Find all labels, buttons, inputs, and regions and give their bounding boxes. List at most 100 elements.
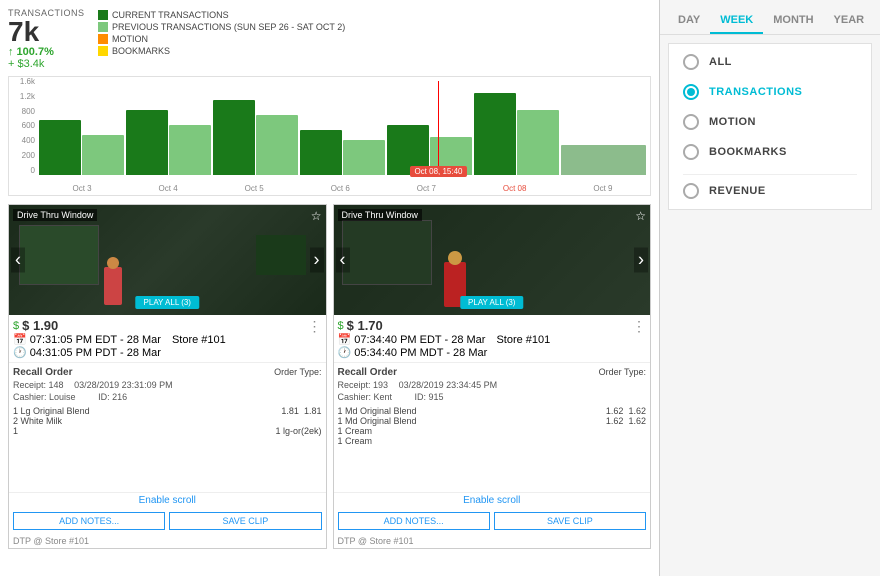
prev-arrow-2[interactable]: ‹ [336,248,350,273]
legend-motion-label: MOTION [112,34,148,44]
receipt-cashier-2: Cashier: Kent ID: 915 [338,392,647,402]
previous-color-swatch [98,22,108,32]
tab-week[interactable]: WEEK [710,8,763,34]
filter-bookmarks[interactable]: BOOKMARKS [683,144,857,160]
receipt-item-2-3: 1 Cream [338,426,647,436]
next-arrow-1[interactable]: › [310,248,324,273]
enable-scroll-2[interactable]: Enable scroll [334,493,651,508]
receipt-item-1-3: 1 1 lg-or(2ek) [13,426,322,436]
save-clip-btn-1[interactable]: SAVE CLIP [169,512,321,530]
action-buttons-1: ADD NOTES... SAVE CLIP [9,508,326,534]
legend-previous: PREVIOUS TRANSACTIONS (SUN SEP 26 - SAT … [98,22,345,32]
add-notes-btn-1[interactable]: ADD NOTES... [13,512,165,530]
radio-revenue[interactable] [683,183,699,199]
trans-info-2: $ $ 1.70 📅 07:34:40 PM EDT - 28 Mar Stor… [334,315,651,363]
time-tabs: DAY WEEK MONTH YEAR [660,0,880,35]
receipt-item-2-4: 1 Cream [338,436,647,446]
right-panel: DAY WEEK MONTH YEAR ALL TRANSACTIONS MOT… [660,0,880,576]
red-marker-line [438,81,439,175]
video-card-1: Drive Thru Window ☆ ‹ › PLAY ALL (3) $ $… [8,204,327,549]
bar-group-oct9 [561,145,646,175]
video-cards: Drive Thru Window ☆ ‹ › PLAY ALL (3) $ $… [8,204,651,549]
store-label-1: DTP @ Store #101 [9,534,326,548]
three-dot-menu-2[interactable]: ⋮ [632,318,646,335]
prev-arrow-1[interactable]: ‹ [11,248,25,273]
selected-date-badge: Oct 08, 15:40 [410,166,466,177]
trans-price-1: $ 1.90 [22,318,58,333]
filter-transactions-label: TRANSACTIONS [709,86,802,98]
bar-oct3-current [39,120,81,175]
video-thumbnail-1[interactable]: Drive Thru Window ☆ ‹ › PLAY ALL (3) [9,205,326,315]
tab-year[interactable]: YEAR [824,8,875,34]
bar-oct4-current [126,110,168,175]
receipt-items-1: 1 Lg Original Blend 1.81 1.81 2 White Mi… [13,406,322,436]
receipt-header-1: Recall Order Order Type: [13,367,322,378]
play-all-btn-1[interactable]: PLAY ALL (3) [136,296,199,309]
legend-bookmarks: BOOKMARKS [98,46,345,56]
calendar-icon-1: 📅 [13,333,27,346]
bookmark-icon-1[interactable]: ☆ [311,209,322,223]
receipt-cashier-1: Cashier: Louise ID: 216 [13,392,322,402]
clock-icon-2: 🕐 [338,346,352,359]
save-clip-btn-2[interactable]: SAVE CLIP [494,512,646,530]
chart-legend: CURRENT TRANSACTIONS PREVIOUS TRANSACTIO… [98,10,345,58]
receipt-area-1: Recall Order Order Type: Receipt: 148 03… [9,363,326,493]
trans-price-2: $ 1.70 [347,318,383,333]
bar-oct9-current [561,145,646,175]
enable-scroll-1[interactable]: Enable scroll [9,493,326,508]
tab-month[interactable]: MONTH [763,8,823,34]
filter-revenue-label: REVENUE [709,185,766,197]
bar-group-oct3 [39,120,124,175]
chart-bars [39,81,646,175]
receipt-item-1-2: 2 White Milk [13,416,322,426]
transactions-stat: TRANSACTIONS 7k ↑ 100.7% + $3.4k [8,8,88,70]
filter-motion[interactable]: MOTION [683,114,857,130]
receipt-item-2-1: 1 Md Original Blend 1.62 1.62 [338,406,647,416]
transactions-sub: + $3.4k [8,58,88,70]
bar-oct6-prev [343,140,385,175]
receipt-header-2: Recall Order Order Type: [338,367,647,378]
bar-oct8-current [474,93,516,175]
play-all-btn-2[interactable]: PLAY ALL (3) [460,296,523,309]
radio-all[interactable] [683,54,699,70]
three-dot-menu-1[interactable]: ⋮ [308,318,322,335]
action-buttons-2: ADD NOTES... SAVE CLIP [334,508,651,534]
receipt-title-2: Recall Order [338,367,397,378]
trans-time2-1: 🕐 04:31:05 PM PDT - 28 Mar [13,346,226,359]
legend-motion: MOTION [98,34,345,44]
clock-icon-1: 🕐 [13,346,27,359]
legend-bookmarks-label: BOOKMARKS [112,46,170,56]
radio-bookmarks[interactable] [683,144,699,160]
radio-transactions[interactable] [683,84,699,100]
order-type-label-1: Order Type: [274,367,321,378]
dollar-icon-1: $ [13,320,19,332]
transactions-count: 7k [8,18,88,46]
y-axis: 1.6k 1.2k 800 600 400 200 0 [9,77,37,175]
trans-left-2: $ $ 1.70 📅 07:34:40 PM EDT - 28 Mar Stor… [338,318,551,359]
next-arrow-2[interactable]: › [634,248,648,273]
bar-oct6-current [300,130,342,175]
radio-motion[interactable] [683,114,699,130]
chart-area[interactable]: 1.6k 1.2k 800 600 400 200 0 [8,76,651,196]
tab-day[interactable]: DAY [668,8,710,34]
bar-group-oct6 [300,130,385,175]
video-label-1: Drive Thru Window [13,209,97,221]
bar-oct5-current [213,100,255,175]
add-notes-btn-2[interactable]: ADD NOTES... [338,512,490,530]
bookmark-icon-2[interactable]: ☆ [635,209,646,223]
calendar-icon-2: 📅 [338,333,352,346]
radio-transactions-fill [687,88,695,96]
video-label-2: Drive Thru Window [338,209,422,221]
filter-transactions[interactable]: TRANSACTIONS [683,84,857,100]
bookmarks-color-swatch [98,46,108,56]
receipt-meta-1: Receipt: 148 03/28/2019 23:31:09 PM [13,380,322,390]
store-label-2: DTP @ Store #101 [334,534,651,548]
stats-bar: TRANSACTIONS 7k ↑ 100.7% + $3.4k CURRENT… [8,8,651,70]
left-panel: TRANSACTIONS 7k ↑ 100.7% + $3.4k CURRENT… [0,0,660,576]
video-thumbnail-2[interactable]: Drive Thru Window ☆ ‹ › PLAY ALL (3) [334,205,651,315]
current-color-swatch [98,10,108,20]
filter-all[interactable]: ALL [683,54,857,70]
motion-color-swatch [98,34,108,44]
filter-revenue[interactable]: REVENUE [683,183,857,199]
legend-current: CURRENT TRANSACTIONS [98,10,345,20]
